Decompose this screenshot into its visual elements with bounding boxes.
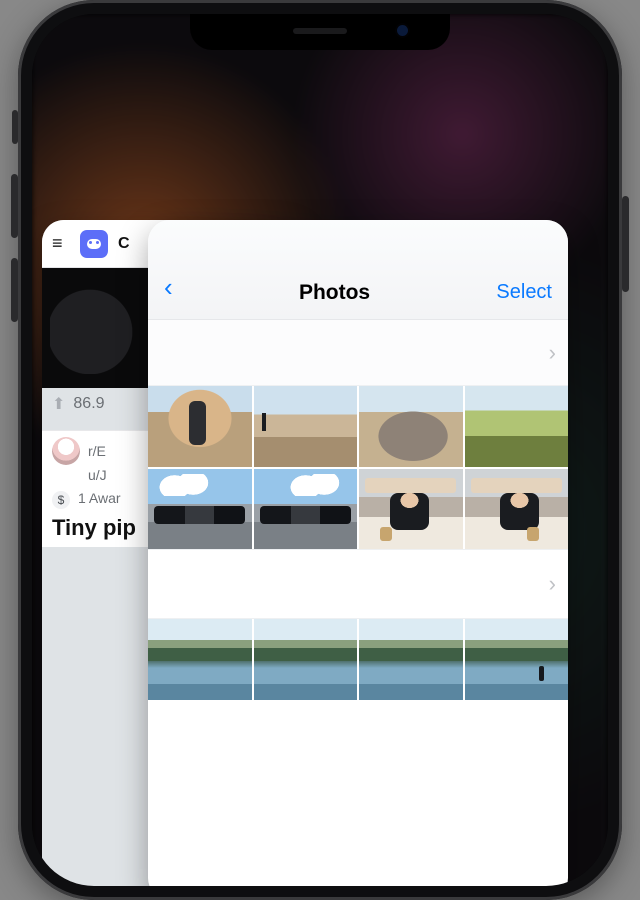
phone-volume-up: [11, 174, 18, 238]
phone-silence-switch: [12, 110, 18, 144]
chevron-right-icon: ›: [549, 571, 556, 597]
iphone-frame: ⫿ ≡ C R ⬆ 86.9 r/E: [18, 0, 622, 900]
photo-thumbnail[interactable]: [465, 386, 569, 467]
screen: ⫿ ≡ C R ⬆ 86.9 r/E: [32, 14, 608, 886]
photo-thumbnail[interactable]: [254, 469, 358, 550]
phone-power-button: [622, 196, 629, 292]
photo-thumbnail[interactable]: [465, 619, 569, 700]
reddit-header-text: C: [118, 235, 130, 253]
photos-title: Photos: [299, 281, 370, 307]
phone-volume-down: [11, 258, 18, 322]
chevron-right-icon: ›: [549, 340, 556, 366]
earpiece-speaker: [293, 28, 347, 34]
back-button[interactable]: ‹: [164, 272, 173, 307]
photo-thumbnail[interactable]: [148, 619, 252, 700]
snoo-avatar-icon: [80, 230, 108, 258]
photo-thumbnail[interactable]: [359, 469, 463, 550]
award-label: 1 Awar: [78, 490, 121, 506]
username-label: u/J: [88, 467, 107, 483]
subreddit-label: r/E: [88, 443, 106, 459]
photo-grid-1: [148, 386, 568, 549]
reddit-thumbnail-letter: R: [117, 343, 142, 382]
photo-thumbnail[interactable]: [148, 469, 252, 550]
photo-thumbnail[interactable]: [148, 386, 252, 467]
award-icon: $: [52, 491, 70, 509]
photo-grid-2: [148, 619, 568, 700]
photo-thumbnail[interactable]: [254, 386, 358, 467]
app-card-photos[interactable]: Photos ‹ Photos Select › ›: [148, 220, 568, 886]
photos-section-header[interactable]: ›: [148, 549, 568, 619]
vote-count: 86.9: [73, 395, 104, 413]
photos-section-header[interactable]: ›: [148, 320, 568, 386]
select-button[interactable]: Select: [496, 281, 552, 307]
photo-thumbnail[interactable]: [254, 619, 358, 700]
upvote-icon[interactable]: ⬆: [52, 394, 65, 414]
front-camera: [397, 25, 408, 36]
photo-thumbnail[interactable]: [465, 469, 569, 550]
photo-thumbnail[interactable]: [359, 386, 463, 467]
hamburger-icon[interactable]: ≡: [52, 233, 70, 254]
photo-thumbnail[interactable]: [359, 619, 463, 700]
photos-nav-bar: ‹ Photos Select: [148, 220, 568, 320]
display-notch: [190, 14, 450, 50]
user-avatar-icon: [52, 437, 80, 465]
